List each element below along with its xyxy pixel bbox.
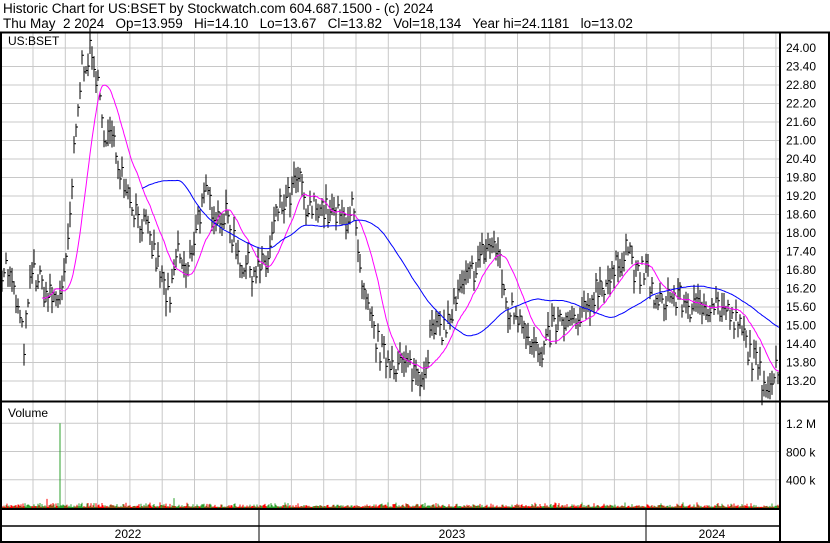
volume-label: Volume: [8, 406, 48, 420]
volume-axis-ticks: 1.2 M 800 k 400 k: [786, 417, 816, 488]
year-label-2022: 2022: [115, 527, 142, 541]
y-tick-label: 13.80: [786, 356, 816, 370]
price-chart: US:BSET Volume 24.00 23.40 22.80 22.20 21.60…: [0, 27, 830, 543]
y-tick-label: 22.80: [786, 78, 816, 92]
year-label-2023: 2023: [439, 527, 466, 541]
y-tick-label: 20.40: [786, 152, 816, 166]
chart-window: Historic Chart for US:BSET by Stockwatch…: [0, 0, 830, 543]
volume-tick-label: 1.2 M: [786, 417, 816, 431]
volume-bars: [1, 423, 780, 508]
y-tick-label: 19.20: [786, 189, 816, 203]
volume-tick-label: 400 k: [786, 474, 816, 488]
year-label-2024: 2024: [699, 527, 726, 541]
y-tick-label: 15.60: [786, 300, 816, 314]
symbol-label: US:BSET: [8, 34, 60, 48]
y-tick-label: 16.20: [786, 282, 816, 296]
y-tick-label: 13.20: [786, 374, 816, 388]
volume-tick-label: 800 k: [786, 445, 816, 459]
y-tick-label: 18.60: [786, 208, 816, 222]
price-bars: [1, 27, 780, 406]
y-tick-label: 24.00: [786, 41, 816, 55]
y-tick-label: 18.00: [786, 226, 816, 240]
grid: [0, 33, 780, 508]
y-tick-label: 21.00: [786, 134, 816, 148]
y-tick-label: 14.40: [786, 337, 816, 351]
y-tick-label: 17.40: [786, 245, 816, 259]
y-tick-label: 15.00: [786, 319, 816, 333]
y-tick-label: 16.80: [786, 263, 816, 277]
frame: [0, 31, 830, 543]
y-tick-label: 19.80: [786, 171, 816, 185]
y-tick-label: 21.60: [786, 115, 816, 129]
y-tick-label: 23.40: [786, 60, 816, 74]
ma-short-line: [41, 84, 780, 372]
y-tick-label: 22.20: [786, 97, 816, 111]
y-axis-ticks: 24.00 23.40 22.80 22.20 21.60 21.00 20.40 19.80…: [786, 41, 816, 388]
